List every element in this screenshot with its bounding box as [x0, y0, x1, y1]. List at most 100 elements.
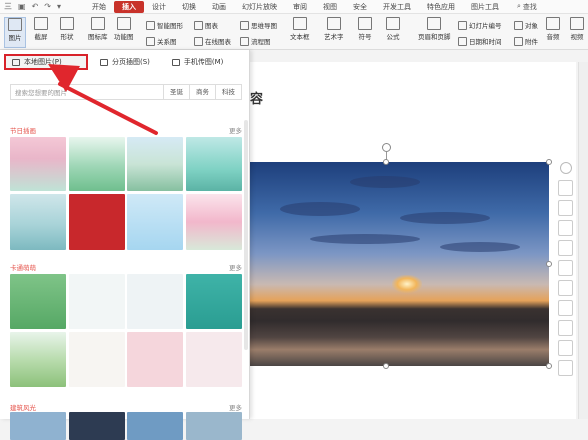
relation-button[interactable]: 关系图	[146, 36, 177, 46]
smart-shape-button[interactable]: 智能图形	[146, 20, 183, 30]
thumbnail[interactable]	[127, 412, 183, 440]
search-box[interactable]: ⌕ 查找	[517, 2, 537, 12]
thumbnail[interactable]	[127, 332, 183, 387]
thumbnail[interactable]	[185, 412, 242, 440]
tab-home[interactable]: 开始	[84, 0, 114, 14]
save-icon[interactable]: ▣	[18, 2, 26, 11]
layers-icon[interactable]	[558, 180, 573, 196]
more-icon[interactable]	[558, 360, 573, 376]
tab-animation[interactable]: 动画	[204, 0, 234, 14]
tag-christmas[interactable]: 圣诞	[163, 85, 189, 99]
panel-scrollbar[interactable]	[244, 120, 248, 350]
rotate-handle[interactable]	[382, 143, 391, 152]
redo-icon[interactable]: ↷	[44, 2, 51, 11]
audio-button[interactable]: 音频	[546, 17, 560, 41]
shape-button[interactable]: 形状	[60, 17, 74, 41]
attachment-button[interactable]: 附件	[514, 36, 538, 46]
symbol-button[interactable]: 符号	[358, 17, 372, 41]
thumbnail[interactable]	[10, 137, 66, 191]
collapse-icon[interactable]	[560, 162, 572, 174]
thumbnail[interactable]	[68, 332, 125, 387]
thumbnail[interactable]	[68, 194, 125, 250]
resize-handle-right[interactable]	[546, 261, 552, 267]
tab-transition[interactable]: 切换	[174, 0, 204, 14]
tab-review[interactable]: 审阅	[285, 0, 315, 14]
tab-features[interactable]: 特色应用	[419, 0, 463, 14]
picture-button[interactable]: 图片	[4, 17, 26, 48]
phone-picture-option[interactable]: 手机传图(M)	[166, 54, 230, 70]
chart-button[interactable]: 图表	[194, 20, 218, 30]
tab-design[interactable]: 设计	[144, 0, 174, 14]
thumbnail[interactable]	[10, 332, 66, 387]
tab-slideshow[interactable]: 幻灯片放映	[234, 0, 285, 14]
textbox-button[interactable]: 文本框	[290, 17, 310, 41]
local-picture-option[interactable]: 本地图片(P)	[4, 54, 88, 70]
resize-handle-top-right[interactable]	[546, 159, 552, 165]
thumbnail[interactable]	[10, 412, 66, 440]
tab-security[interactable]: 安全	[345, 0, 375, 14]
date-time-button[interactable]: 日期和时间	[458, 36, 502, 46]
cloud-shape	[400, 212, 490, 224]
thumbnail[interactable]	[185, 332, 242, 387]
frame-icon[interactable]	[558, 340, 573, 356]
tab-picture-tools[interactable]: 图片工具	[463, 0, 507, 14]
thumbnail[interactable]	[127, 194, 183, 250]
copy-icon[interactable]	[558, 320, 573, 336]
menu-bar: 三 ▣ ↶ ↷ ▾ 开始 插入 设计 切换 动画 幻灯片放映 审阅 视图 安全 …	[0, 0, 588, 14]
object-button[interactable]: 对象	[514, 20, 538, 30]
thumbnail[interactable]	[185, 137, 242, 191]
picture-search-bar[interactable]: 搜索您想要的图片 圣诞 商务 科技	[10, 84, 242, 100]
art-text-button[interactable]: 艺术字	[324, 17, 344, 41]
thumbnail[interactable]	[68, 274, 125, 329]
thumbnail[interactable]	[185, 274, 242, 329]
thumbnail[interactable]	[68, 412, 125, 440]
textbox-label: 文本框	[290, 33, 310, 41]
flowchart-button[interactable]: 流程图	[240, 36, 271, 46]
expand-icon[interactable]	[558, 300, 573, 316]
resize-handle-top[interactable]	[383, 159, 389, 165]
thumbnail[interactable]	[68, 137, 125, 191]
thumbnail[interactable]	[185, 194, 242, 250]
paged-insert-option[interactable]: 分页插图(S)	[94, 54, 156, 70]
dropdown-icon[interactable]: ▾	[57, 2, 61, 11]
grid-icon[interactable]	[558, 240, 573, 256]
object-icon	[514, 20, 523, 30]
tag-tech[interactable]: 科技	[215, 85, 241, 99]
image-search-icon[interactable]	[558, 280, 573, 296]
mind-map-button[interactable]: 思维导图	[240, 20, 277, 30]
screenshot-button[interactable]: 截屏	[34, 17, 48, 41]
video-button[interactable]: 视频	[570, 17, 584, 41]
function-chart-button[interactable]: 功能图	[114, 17, 134, 41]
video-icon	[570, 17, 584, 30]
undo-icon[interactable]: ↶	[32, 2, 39, 11]
gallery-button[interactable]: 图标库	[88, 17, 108, 41]
thumbnail[interactable]	[10, 274, 66, 329]
zoom-icon[interactable]	[558, 260, 573, 276]
picture-search-input[interactable]: 搜索您想要的图片	[11, 87, 163, 97]
more-link[interactable]: 更多	[229, 262, 242, 272]
online-chart-button[interactable]: 在线图表	[194, 36, 231, 46]
resize-handle-bottom-right[interactable]	[546, 363, 552, 369]
crop-icon[interactable]	[558, 200, 573, 216]
function-chart-label: 功能图	[114, 33, 134, 41]
more-link[interactable]: 更多	[229, 402, 242, 412]
thumbnail[interactable]	[127, 137, 183, 191]
thumbnail[interactable]	[10, 194, 66, 250]
thumbnail[interactable]	[127, 274, 183, 329]
inserted-picture[interactable]	[250, 162, 549, 366]
tag-business[interactable]: 商务	[189, 85, 215, 99]
picture-icon	[8, 18, 22, 31]
file-menu-button[interactable]: 三	[4, 1, 12, 12]
formula-button[interactable]: 公式	[386, 17, 400, 41]
tab-insert[interactable]: 插入	[114, 0, 144, 13]
edit-icon[interactable]	[558, 220, 573, 236]
tab-developer[interactable]: 开发工具	[375, 0, 419, 14]
slide-number-button[interactable]: 幻灯片编号	[458, 20, 502, 30]
tab-view[interactable]: 视图	[315, 0, 345, 14]
more-link[interactable]: 更多	[229, 125, 242, 135]
resize-handle-bottom[interactable]	[383, 363, 389, 369]
vertical-scrollbar[interactable]	[578, 62, 588, 419]
slide-number-icon	[458, 20, 467, 30]
header-footer-button[interactable]: 页眉和页脚	[418, 17, 451, 41]
slide-title[interactable]: 容	[250, 88, 264, 107]
